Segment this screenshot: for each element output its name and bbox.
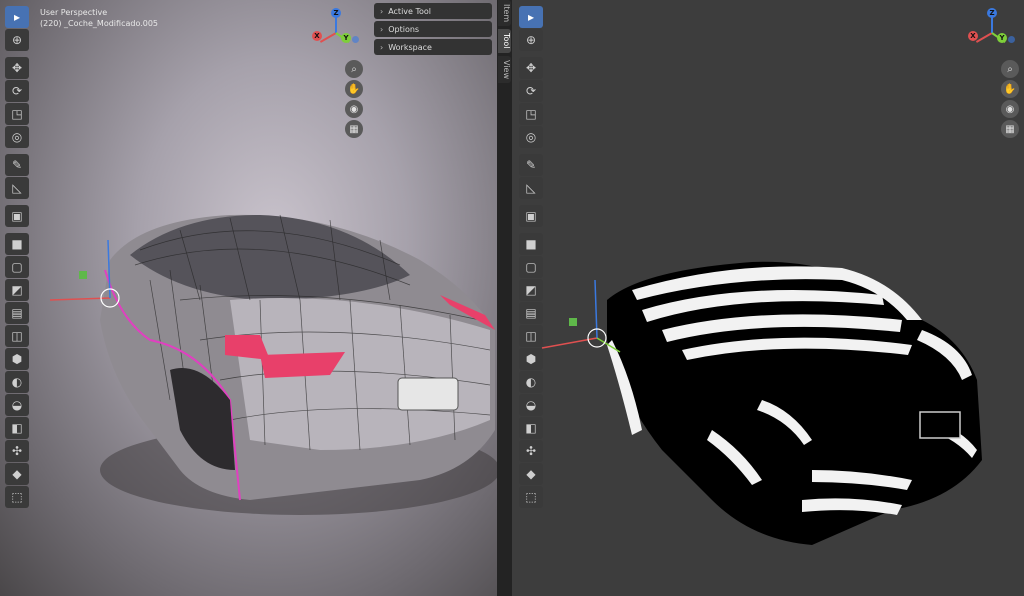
camera-icon[interactable]: ◉ [1001, 100, 1019, 118]
annotate-icon[interactable]: ✎ [5, 154, 29, 176]
loop-cut-icon[interactable]: ▤ [5, 302, 29, 324]
axis-x[interactable]: X [312, 31, 322, 41]
transform-icon[interactable]: ◎ [5, 126, 29, 148]
shrink-fatten-icon[interactable]: ✣ [5, 440, 29, 462]
chevron-right-icon: › [380, 24, 384, 34]
select-box-icon[interactable]: ▸ [519, 6, 543, 28]
add-cube-icon[interactable]: ▣ [5, 205, 29, 227]
perspective-label: User Perspective [40, 8, 108, 17]
axis-y[interactable]: Y [341, 33, 351, 43]
sidebar-tabs: Item Tool View [497, 0, 512, 86]
nav-left: ⌕ ✋ ◉ ▦ [345, 60, 363, 140]
edge-slide-icon[interactable]: ◧ [519, 417, 543, 439]
panel-label: Workspace [388, 42, 432, 52]
poly-build-icon[interactable]: ⬢ [519, 348, 543, 370]
bevel-icon[interactable]: ◩ [5, 279, 29, 301]
knife-icon[interactable]: ◫ [519, 325, 543, 347]
panel-label: Options [388, 24, 420, 34]
chevron-right-icon: › [380, 42, 384, 52]
shrink-fatten-icon[interactable]: ✣ [519, 440, 543, 462]
zoom-icon[interactable]: ⌕ [345, 60, 363, 78]
axis-neg [352, 36, 359, 43]
extrude-icon[interactable]: ■ [519, 233, 543, 255]
smooth-icon[interactable]: ◒ [5, 394, 29, 416]
inset-icon[interactable]: ▢ [519, 256, 543, 278]
panel-workspace[interactable]: › Workspace [374, 39, 492, 55]
grid-icon[interactable]: ▦ [1001, 120, 1019, 138]
car-zebra-render [541, 261, 982, 545]
tab-view[interactable]: View [498, 55, 511, 83]
viewport-left[interactable] [0, 0, 497, 596]
shear-icon[interactable]: ◆ [519, 463, 543, 485]
toolbar-right: ▸ ⊕ ✥ ⟳ ◳ ◎ ✎ ◺ ▣ ■ ▢ ◩ ▤ ◫ ⬢ ◐ ◒ ◧ ✣ ◆ … [519, 6, 543, 509]
nav-right: ⌕ ✋ ◉ ▦ [1001, 60, 1019, 140]
poly-build-icon[interactable]: ⬢ [5, 348, 29, 370]
add-cube-icon[interactable]: ▣ [519, 205, 543, 227]
chevron-right-icon: › [380, 6, 384, 16]
rip-icon[interactable]: ⬚ [519, 486, 543, 508]
tab-item[interactable]: Item [498, 0, 511, 27]
scale-icon[interactable]: ◳ [519, 103, 543, 125]
panel-label: Active Tool [388, 6, 432, 16]
inset-icon[interactable]: ▢ [5, 256, 29, 278]
axis-neg [1008, 36, 1015, 43]
rotate-icon[interactable]: ⟳ [5, 80, 29, 102]
viewport-divider[interactable] [497, 0, 512, 596]
axis-z[interactable]: Z [987, 8, 997, 18]
car-mesh-wireframe [49, 214, 497, 515]
panel-options[interactable]: › Options [374, 21, 492, 37]
object-label: (220) _Coche_Modificado.005 [40, 19, 159, 28]
tool-panel: › Active Tool › Options › Workspace [374, 3, 492, 57]
move-icon[interactable]: ✥ [5, 57, 29, 79]
axis-y[interactable]: Y [997, 33, 1007, 43]
panel-active-tool[interactable]: › Active Tool [374, 3, 492, 19]
axis-gizmo-right[interactable]: Z X Y [968, 8, 1020, 60]
cursor-icon[interactable]: ⊕ [519, 29, 543, 51]
extrude-icon[interactable]: ■ [5, 233, 29, 255]
annotate-icon[interactable]: ✎ [519, 154, 543, 176]
bevel-icon[interactable]: ◩ [519, 279, 543, 301]
measure-icon[interactable]: ◺ [519, 177, 543, 199]
rotate-icon[interactable]: ⟳ [519, 80, 543, 102]
transform-icon[interactable]: ◎ [519, 126, 543, 148]
axis-gizmo-left[interactable]: Z X Y [312, 8, 364, 60]
axis-x[interactable]: X [968, 31, 978, 41]
rip-icon[interactable]: ⬚ [5, 486, 29, 508]
tab-tool[interactable]: Tool [498, 29, 511, 53]
spin-icon[interactable]: ◐ [5, 371, 29, 393]
knife-icon[interactable]: ◫ [5, 325, 29, 347]
select-box-icon[interactable]: ▸ [5, 6, 29, 28]
spin-icon[interactable]: ◐ [519, 371, 543, 393]
grid-icon[interactable]: ▦ [345, 120, 363, 138]
toolbar-left: ▸ ⊕ ✥ ⟳ ◳ ◎ ✎ ◺ ▣ ■ ▢ ◩ ▤ ◫ ⬢ ◐ ◒ ◧ ✣ ◆ … [5, 6, 29, 509]
zoom-icon[interactable]: ⌕ [1001, 60, 1019, 78]
viewport-right[interactable] [512, 0, 1024, 596]
shear-icon[interactable]: ◆ [5, 463, 29, 485]
loop-cut-icon[interactable]: ▤ [519, 302, 543, 324]
cursor-icon[interactable]: ⊕ [5, 29, 29, 51]
camera-icon[interactable]: ◉ [345, 100, 363, 118]
smooth-icon[interactable]: ◒ [519, 394, 543, 416]
measure-icon[interactable]: ◺ [5, 177, 29, 199]
axis-z[interactable]: Z [331, 8, 341, 18]
pan-icon[interactable]: ✋ [1001, 80, 1019, 98]
pan-icon[interactable]: ✋ [345, 80, 363, 98]
scale-icon[interactable]: ◳ [5, 103, 29, 125]
move-icon[interactable]: ✥ [519, 57, 543, 79]
edge-slide-icon[interactable]: ◧ [5, 417, 29, 439]
